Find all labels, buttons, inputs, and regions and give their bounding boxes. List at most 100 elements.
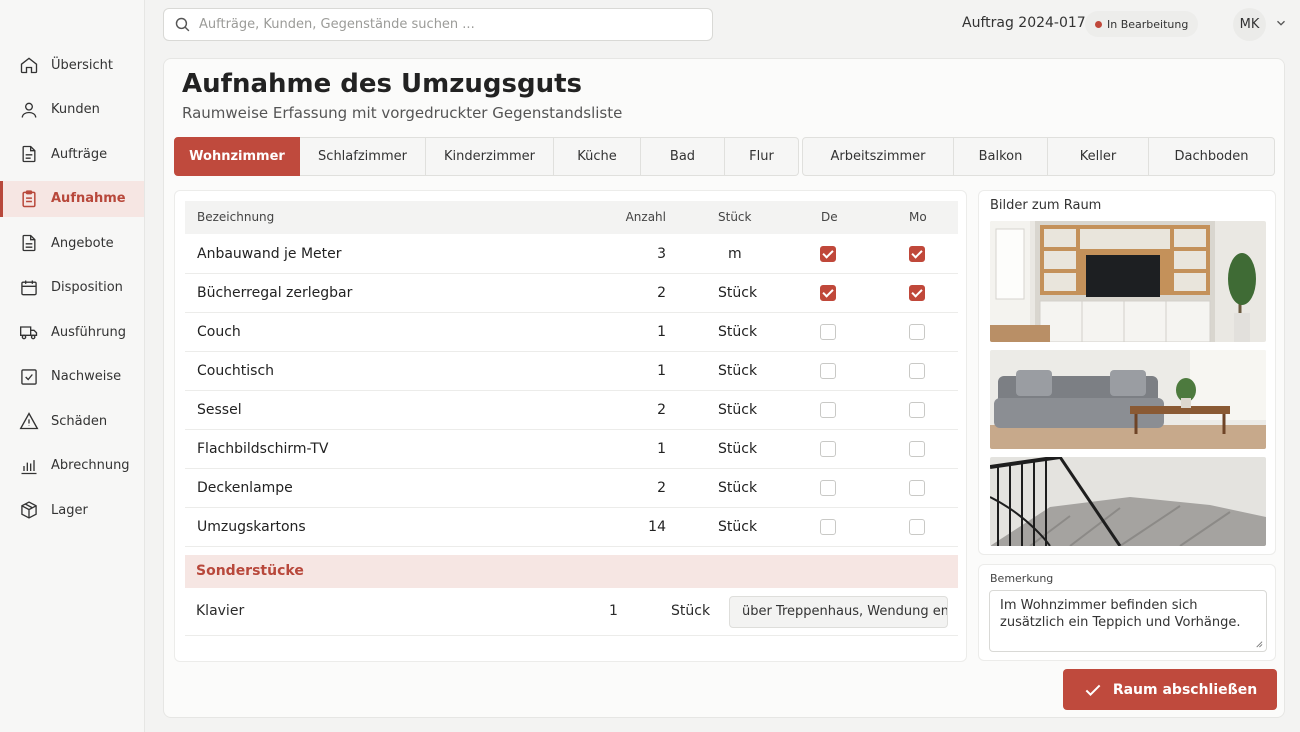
main-card: Aufnahme des Umzugsguts Raumweise Erfass… xyxy=(163,58,1285,718)
item-name: Deckenlampe xyxy=(197,480,293,496)
search-input[interactable] xyxy=(199,17,679,32)
item-unit: m xyxy=(728,246,742,262)
table-row: Deckenlampe 2 Stück xyxy=(185,469,958,508)
item-name: Sessel xyxy=(197,402,242,418)
item-qty[interactable]: 14 xyxy=(648,519,666,535)
finish-room-label: Raum abschließen xyxy=(1112,681,1258,698)
sidebar-item-kunden[interactable]: Kunden xyxy=(0,92,144,128)
de-checkbox[interactable] xyxy=(820,441,836,457)
item-name: Couchtisch xyxy=(197,363,275,379)
chevron-down-icon[interactable] xyxy=(1274,16,1288,30)
sidebar-item-angebote[interactable]: Angebote xyxy=(0,225,144,261)
item-name: Klavier xyxy=(196,603,245,619)
check-icon xyxy=(1085,684,1101,696)
tab-keller[interactable]: Keller xyxy=(1048,137,1149,176)
tab-arbeitszimmer[interactable]: Arbeitszimmer xyxy=(802,137,954,176)
item-name: Anbauwand je Meter xyxy=(197,246,342,262)
remark-textarea[interactable]: Im Wohnzimmer befinden sich zusätzlich e… xyxy=(989,590,1267,652)
truck-icon xyxy=(20,326,38,340)
tab-kueche[interactable]: Küche xyxy=(554,137,641,176)
remark-panel: Bemerkung Im Wohnzimmer befinden sich zu… xyxy=(978,564,1276,661)
mo-checkbox[interactable] xyxy=(909,363,925,379)
calendar-icon xyxy=(21,280,37,295)
de-checkbox[interactable] xyxy=(820,519,836,535)
sidebar-item-ausfuehrung[interactable]: Ausführung xyxy=(0,314,144,350)
remark-label: Bemerkung xyxy=(990,572,1054,585)
room-tabs: Wohnzimmer Schlafzimmer Kinderzimmer Küc… xyxy=(174,137,1277,176)
mo-checkbox[interactable] xyxy=(909,441,925,457)
item-unit: Stück xyxy=(718,441,758,457)
tab-wohnzimmer[interactable]: Wohnzimmer xyxy=(174,137,300,176)
mo-checkbox[interactable] xyxy=(909,480,925,496)
de-checkbox[interactable] xyxy=(820,324,836,340)
mo-checkbox[interactable] xyxy=(909,324,925,340)
item-name: Bücherregal zerlegbar xyxy=(197,285,353,301)
sidebar-item-label: Kunden xyxy=(51,102,100,117)
sidebar-item-abrechnung[interactable]: Abrechnung xyxy=(0,448,144,484)
tab-kinderzimmer[interactable]: Kinderzimmer xyxy=(426,137,554,176)
table-row: Anbauwand je Meter 3 m xyxy=(185,235,958,274)
item-qty[interactable]: 1 xyxy=(657,441,666,457)
column-header-unit: Stück xyxy=(718,210,752,224)
table-row: Flachbildschirm-TV 1 Stück xyxy=(185,430,958,469)
finish-room-button[interactable]: Raum abschließen xyxy=(1063,669,1277,710)
document-icon xyxy=(22,234,36,252)
item-qty[interactable]: 1 xyxy=(609,603,618,619)
status-badge: In Bearbeitung xyxy=(1085,11,1199,37)
de-checkbox[interactable] xyxy=(820,480,836,496)
sidebar-item-aufnahme[interactable]: Aufnahme xyxy=(0,180,144,217)
clipboard-list-icon xyxy=(22,189,36,207)
special-note-field[interactable]: über Treppenhaus, Wendung eng xyxy=(729,596,948,628)
resize-handle-icon[interactable] xyxy=(1254,639,1263,648)
room-images-panel: Bilder zum Raum xyxy=(978,190,1276,555)
sidebar-item-disposition[interactable]: Disposition xyxy=(0,270,144,306)
item-name: Flachbildschirm-TV xyxy=(197,441,329,457)
item-qty[interactable]: 1 xyxy=(657,363,666,379)
item-unit: Stück xyxy=(718,363,758,379)
sidebar-item-lager[interactable]: Lager xyxy=(0,492,144,528)
room-photo-wall-unit[interactable] xyxy=(990,221,1266,342)
bar-chart-icon xyxy=(21,459,37,474)
mo-checkbox[interactable] xyxy=(909,402,925,418)
page-subtitle: Raumweise Erfassung mit vorgedruckter Ge… xyxy=(182,104,623,122)
mo-checkbox[interactable] xyxy=(909,246,925,262)
home-icon xyxy=(20,57,38,74)
item-name: Umzugskartons xyxy=(197,519,306,535)
item-qty[interactable]: 2 xyxy=(657,480,666,496)
item-unit: Stück xyxy=(718,402,758,418)
sidebar-item-label: Nachweise xyxy=(51,369,122,384)
avatar[interactable]: MK xyxy=(1233,8,1266,41)
item-unit: Stück xyxy=(718,324,758,340)
sidebar-item-nachweise[interactable]: Nachweise xyxy=(0,359,144,395)
tab-flur[interactable]: Flur xyxy=(725,137,799,176)
tab-balkon[interactable]: Balkon xyxy=(954,137,1048,176)
tab-bad[interactable]: Bad xyxy=(641,137,725,176)
table-row: Couch 1 Stück xyxy=(185,313,958,352)
box-icon xyxy=(21,501,37,519)
search-icon xyxy=(175,17,190,32)
room-photo-sofa[interactable] xyxy=(990,350,1266,449)
item-qty[interactable]: 3 xyxy=(657,246,666,262)
de-checkbox[interactable] xyxy=(820,402,836,418)
table-row: Sessel 2 Stück xyxy=(185,391,958,430)
sidebar-item-auftraege[interactable]: Aufträge xyxy=(0,136,144,172)
mo-checkbox[interactable] xyxy=(909,285,925,301)
images-title: Bilder zum Raum xyxy=(990,198,1102,213)
de-checkbox[interactable] xyxy=(820,246,836,262)
sidebar-item-label: Schäden xyxy=(51,413,108,429)
sidebar-item-uebersicht[interactable]: Übersicht xyxy=(0,47,144,83)
tab-dachboden[interactable]: Dachboden xyxy=(1149,137,1275,176)
item-qty[interactable]: 2 xyxy=(657,285,666,301)
item-qty[interactable]: 1 xyxy=(657,324,666,340)
de-checkbox[interactable] xyxy=(820,363,836,379)
sidebar-item-label: Angebote xyxy=(51,235,114,251)
column-header-qty: Anzahl xyxy=(625,210,666,224)
sidebar-item-schaeden[interactable]: Schäden xyxy=(0,403,144,439)
tab-schlafzimmer[interactable]: Schlafzimmer xyxy=(300,137,426,176)
mo-checkbox[interactable] xyxy=(909,519,925,535)
de-checkbox[interactable] xyxy=(820,285,836,301)
room-photo-staircase[interactable] xyxy=(990,457,1266,546)
sidebar-item-label: Ausführung xyxy=(51,324,127,340)
table-row: Couchtisch 1 Stück xyxy=(185,352,958,391)
item-qty[interactable]: 2 xyxy=(657,402,666,418)
